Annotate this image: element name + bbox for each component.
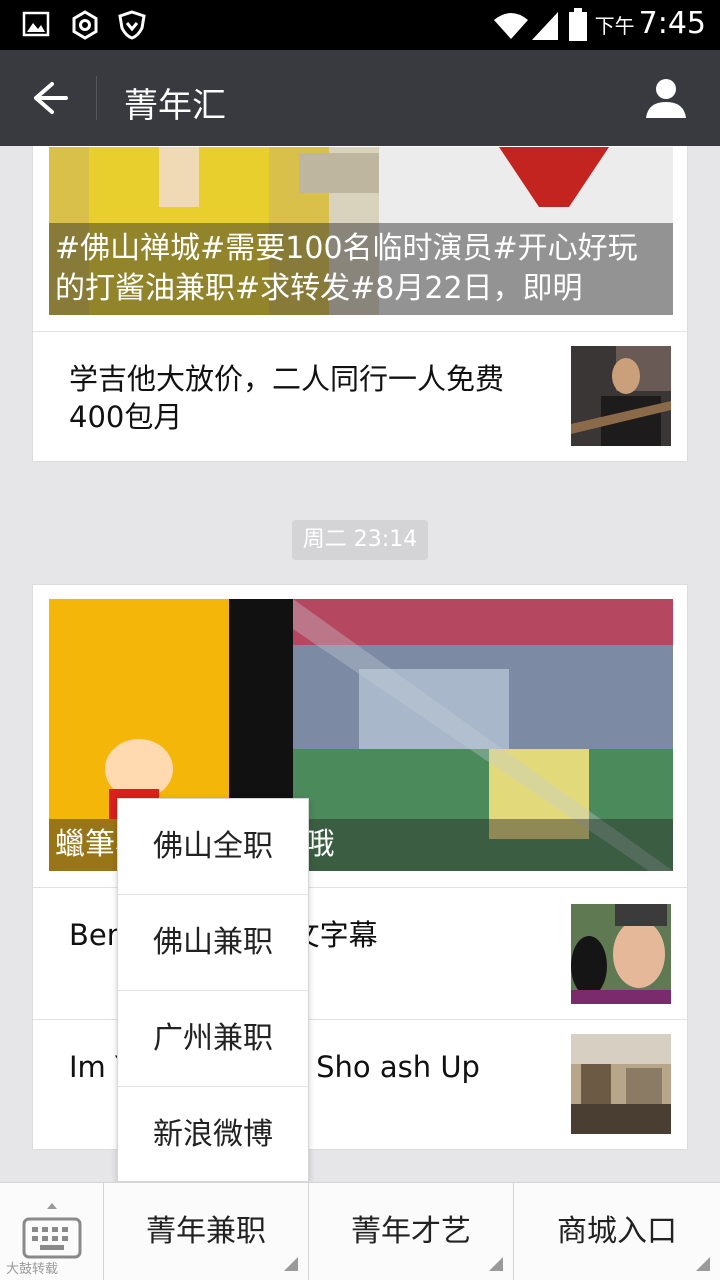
shield-icon xyxy=(118,10,146,40)
signal-icon xyxy=(532,12,558,40)
page-title: 菁年汇 xyxy=(124,86,226,126)
watermark: 大鼓转载 xyxy=(6,1262,59,1277)
cover-caption: #佛山禅城#需要100名临时演员#开心好玩的打酱油兼职#求转发#8月22日，即明 xyxy=(49,223,673,315)
submenu-indicator-icon xyxy=(489,1257,503,1271)
submenu-item-foshan-parttime[interactable]: 佛山兼职 xyxy=(118,895,308,991)
timestamp-badge: 周二 23:14 xyxy=(292,520,428,560)
submenu-indicator-icon xyxy=(284,1257,298,1271)
back-button[interactable] xyxy=(20,74,76,122)
message-feed[interactable]: #佛山禅城#需要100名临时演员#开心好玩的打酱油兼职#求转发#8月22日，即明… xyxy=(0,146,720,1182)
article-title: 学吉他大放价，二人同行一人免费400包月 xyxy=(69,362,505,434)
article-thumbnail xyxy=(571,904,671,1004)
submenu-item-foshan-fulltime[interactable]: 佛山全职 xyxy=(118,799,308,895)
menu-button-label: 商城入口 xyxy=(557,1214,677,1249)
menu-button-mall[interactable]: 商城入口 xyxy=(514,1183,720,1280)
bottom-menu-bar: 大鼓转载 菁年兼职 菁年才艺 商城入口 xyxy=(0,1182,720,1280)
submenu-item-sina-weibo[interactable]: 新浪微博 xyxy=(118,1087,308,1183)
article-row[interactable]: 学吉他大放价，二人同行一人免费400包月 xyxy=(33,331,689,461)
article-thumbnail xyxy=(571,1034,671,1134)
settings-icon xyxy=(72,10,98,40)
back-arrow-icon xyxy=(34,82,68,114)
menu-button-talent[interactable]: 菁年才艺 xyxy=(309,1183,514,1280)
status-bar: 下午 7:45 xyxy=(0,0,720,50)
guitar-photo xyxy=(571,346,671,446)
keyboard-toggle-button[interactable]: 大鼓转载 xyxy=(0,1183,104,1280)
menu-button-jobs[interactable]: 菁年兼职 xyxy=(104,1183,309,1280)
status-time: 下午 7:45 xyxy=(595,6,706,41)
submenu-indicator-icon xyxy=(696,1257,710,1271)
picture-icon xyxy=(22,11,50,37)
header-divider xyxy=(96,76,97,120)
menu-button-label: 菁年才艺 xyxy=(351,1214,471,1249)
article-card: #佛山禅城#需要100名临时演员#开心好玩的打酱油兼职#求转发#8月22日，即明… xyxy=(32,146,689,462)
video-thumbnail xyxy=(571,1034,671,1134)
video-thumbnail xyxy=(571,904,671,1004)
battery-icon xyxy=(569,8,587,41)
profile-icon xyxy=(646,79,686,118)
cover-image[interactable]: #佛山禅城#需要100名临时演员#开心好玩的打酱油兼职#求转发#8月22日，即明 xyxy=(49,147,673,315)
profile-button[interactable] xyxy=(642,74,690,122)
app-bar: 菁年汇 xyxy=(0,50,720,146)
submenu-item-guangzhou-parttime[interactable]: 广州兼职 xyxy=(118,991,308,1087)
submenu-popup: 佛山全职 佛山兼职 广州兼职 新浪微博 xyxy=(117,798,309,1182)
wifi-icon xyxy=(494,13,528,39)
status-clock: 7:45 xyxy=(638,6,706,41)
status-period: 下午 xyxy=(594,14,635,38)
article-thumbnail xyxy=(571,346,671,446)
menu-button-label: 菁年兼职 xyxy=(146,1214,266,1249)
